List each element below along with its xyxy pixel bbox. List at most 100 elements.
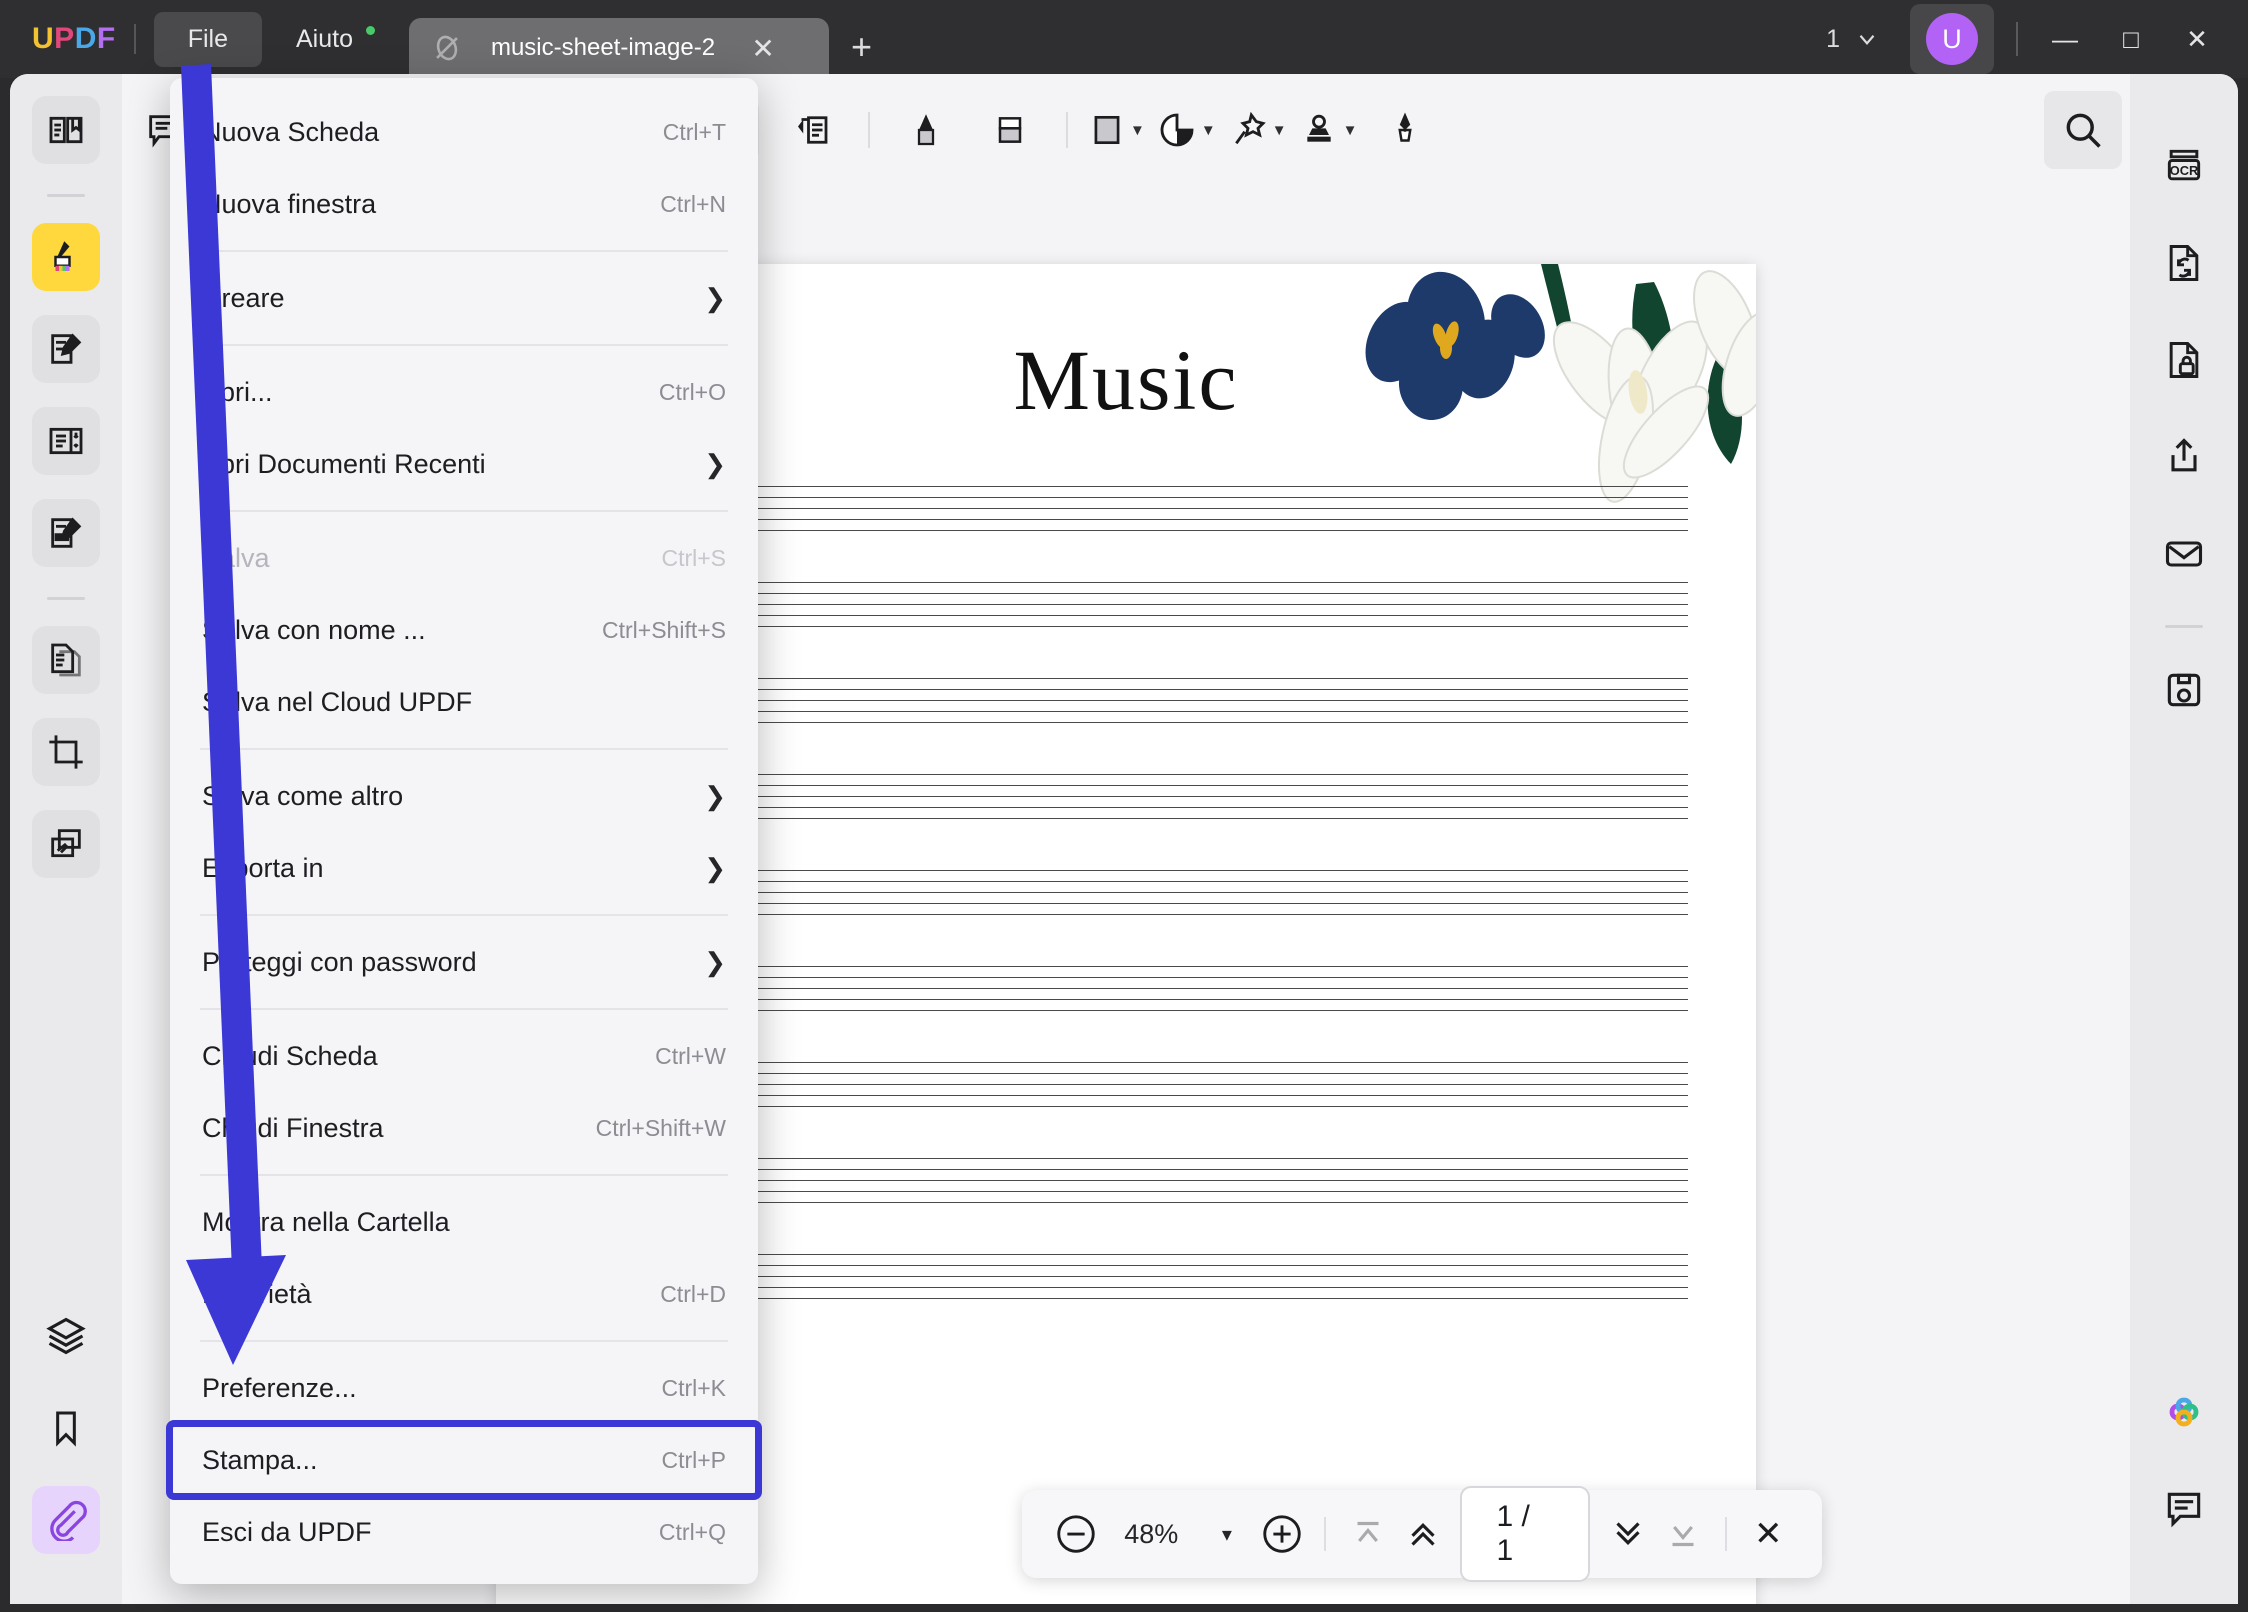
- document-tab[interactable]: music-sheet-image-2 ✕: [408, 18, 829, 78]
- chevron-down-icon[interactable]: ▼: [1343, 122, 1358, 139]
- file-menu[interactable]: Nuova Scheda Ctrl+T Nuova finestra Ctrl+N Cr…: [166, 78, 762, 1584]
- sidebar-item-bookmarks[interactable]: [32, 1394, 100, 1462]
- menu-help-label: Aiuto: [295, 24, 353, 53]
- divider: [47, 194, 85, 197]
- avatar: U: [1926, 13, 1978, 65]
- instance-number: 1: [1826, 24, 1840, 53]
- sidebar-item-sign[interactable]: [32, 499, 100, 567]
- signature-tool[interactable]: [1374, 99, 1436, 161]
- account-button[interactable]: U: [1910, 4, 1994, 74]
- zoom-out-button[interactable]: [1048, 1506, 1103, 1562]
- chevron-right-icon: ❯: [704, 282, 726, 313]
- menu-item-label: Salva come altro: [202, 780, 404, 811]
- chevron-down-icon: [1859, 35, 1875, 45]
- menu-divider: [200, 250, 728, 252]
- menu-divider: [200, 1340, 728, 1342]
- shape-tool[interactable]: ▼: [1088, 111, 1145, 149]
- menu-item-label: Mostra nella Cartella: [202, 1206, 450, 1237]
- sidebar-item-edit[interactable]: [32, 315, 100, 383]
- sidebar-item-organize-pages[interactable]: [32, 626, 100, 694]
- menu-item-shortcut: Ctrl+W: [655, 1042, 726, 1069]
- pencil-tool[interactable]: [895, 99, 957, 161]
- menu-item[interactable]: Proprietà Ctrl+D: [170, 1258, 758, 1330]
- divider: [2016, 22, 2018, 56]
- menu-item[interactable]: Salva con nome ... Ctrl+Shift+S: [170, 594, 758, 666]
- menu-item[interactable]: Creare ❯: [170, 262, 758, 334]
- sidebar-item-batch[interactable]: [32, 810, 100, 878]
- divider: [868, 112, 870, 148]
- close-window-button[interactable]: ✕: [2164, 12, 2230, 66]
- search-tool[interactable]: [2044, 91, 2122, 169]
- title-bar: UPDF File Aiuto music-sheet-image-2 ✕ + …: [0, 0, 2248, 78]
- sidebar-item-crop[interactable]: [32, 718, 100, 786]
- chevron-down-icon[interactable]: ▼: [1201, 122, 1216, 139]
- menu-item[interactable]: Esporta in ❯: [170, 832, 758, 904]
- convert-tool[interactable]: [2152, 231, 2216, 295]
- left-sidebar: [10, 74, 122, 1604]
- page-indicator[interactable]: 1 / 1: [1460, 1486, 1591, 1582]
- menu-item-shortcut: Ctrl+Shift+S: [602, 616, 726, 643]
- divider: [47, 597, 85, 600]
- menu-item-label: Salva nel Cloud UPDF: [202, 686, 473, 717]
- pdf-tab-icon: [427, 28, 467, 68]
- save-tool[interactable]: [2152, 658, 2216, 722]
- menu-item[interactable]: Nuova finestra Ctrl+N: [170, 168, 758, 240]
- menu-item[interactable]: Esci da UPDF Ctrl+Q: [170, 1496, 758, 1568]
- maximize-button[interactable]: □: [2098, 12, 2164, 66]
- menu-item[interactable]: Proteggi con password ❯: [170, 926, 758, 998]
- sidebar-item-attachments[interactable]: [32, 1486, 100, 1554]
- stamp-tool[interactable]: ▼: [1299, 110, 1358, 150]
- zoom-in-button[interactable]: [1255, 1506, 1310, 1562]
- feedback-button[interactable]: [2152, 1477, 2216, 1541]
- divider: [2165, 625, 2203, 628]
- app-logo: UPDF: [32, 22, 116, 55]
- sidebar-item-reader[interactable]: [32, 96, 100, 164]
- last-page-button[interactable]: [1655, 1506, 1710, 1562]
- chevron-down-icon[interactable]: ▼: [1272, 122, 1287, 139]
- menu-item[interactable]: Chiudi Finestra Ctrl+Shift+W: [170, 1092, 758, 1164]
- menu-item[interactable]: Apri Documenti Recenti ❯: [170, 428, 758, 500]
- sticker-tool[interactable]: ▼: [1157, 110, 1216, 150]
- next-page-button[interactable]: [1600, 1506, 1655, 1562]
- menu-item-label: Proteggi con password: [202, 946, 477, 977]
- pin-tool[interactable]: ▼: [1228, 110, 1287, 150]
- menu-item[interactable]: Nuova Scheda Ctrl+T: [170, 96, 758, 168]
- sidebar-item-layers[interactable]: [32, 1302, 100, 1370]
- chevron-down-icon[interactable]: ▼: [1130, 122, 1145, 139]
- email-tool[interactable]: [2152, 522, 2216, 586]
- sidebar-item-comment[interactable]: [32, 223, 100, 291]
- zoom-preset-caret[interactable]: ▾: [1199, 1506, 1254, 1562]
- menu-item[interactable]: Apri... Ctrl+O: [170, 356, 758, 428]
- ai-assistant-button[interactable]: [2152, 1380, 2216, 1444]
- divider: [1066, 112, 1068, 148]
- minimize-button[interactable]: —: [2032, 12, 2098, 66]
- menu-item[interactable]: Salva nel Cloud UPDF: [170, 666, 758, 738]
- menu-help[interactable]: Aiuto: [262, 12, 387, 67]
- menu-item-label: Chiudi Finestra: [202, 1112, 384, 1143]
- text-callout-tool[interactable]: [781, 99, 843, 161]
- menu-divider: [200, 1008, 728, 1010]
- menu-item-label: Proprietà: [202, 1278, 312, 1309]
- menu-item[interactable]: Mostra nella Cartella: [170, 1186, 758, 1258]
- close-zoom-bar-button[interactable]: ✕: [1741, 1506, 1796, 1562]
- close-tab-icon[interactable]: ✕: [743, 28, 783, 68]
- menu-item[interactable]: Salva come altro ❯: [170, 760, 758, 832]
- prev-page-button[interactable]: [1395, 1506, 1450, 1562]
- menu-item[interactable]: Chiudi Scheda Ctrl+W: [170, 1020, 758, 1092]
- share-tool[interactable]: [2152, 425, 2216, 489]
- menu-item-shortcut: Ctrl+D: [660, 1280, 726, 1307]
- first-page-button[interactable]: [1340, 1506, 1395, 1562]
- ocr-tool[interactable]: OCR: [2152, 134, 2216, 198]
- menu-item-shortcut: Ctrl+Q: [658, 1518, 726, 1545]
- new-tab-button[interactable]: +: [851, 26, 872, 78]
- menu-item[interactable]: Salva Ctrl+S: [170, 522, 758, 594]
- menu-item-label: Apri Documenti Recenti: [202, 448, 486, 479]
- sidebar-item-form[interactable]: [32, 407, 100, 475]
- protect-tool[interactable]: [2152, 328, 2216, 392]
- menu-item[interactable]: Stampa... Ctrl+P: [166, 1420, 762, 1500]
- chevron-right-icon: ❯: [704, 448, 726, 479]
- menu-file[interactable]: File: [153, 11, 262, 67]
- menu-item[interactable]: Preferenze... Ctrl+K: [170, 1352, 758, 1424]
- eraser-tool[interactable]: [979, 99, 1041, 161]
- instance-selector[interactable]: 1: [1804, 25, 1902, 54]
